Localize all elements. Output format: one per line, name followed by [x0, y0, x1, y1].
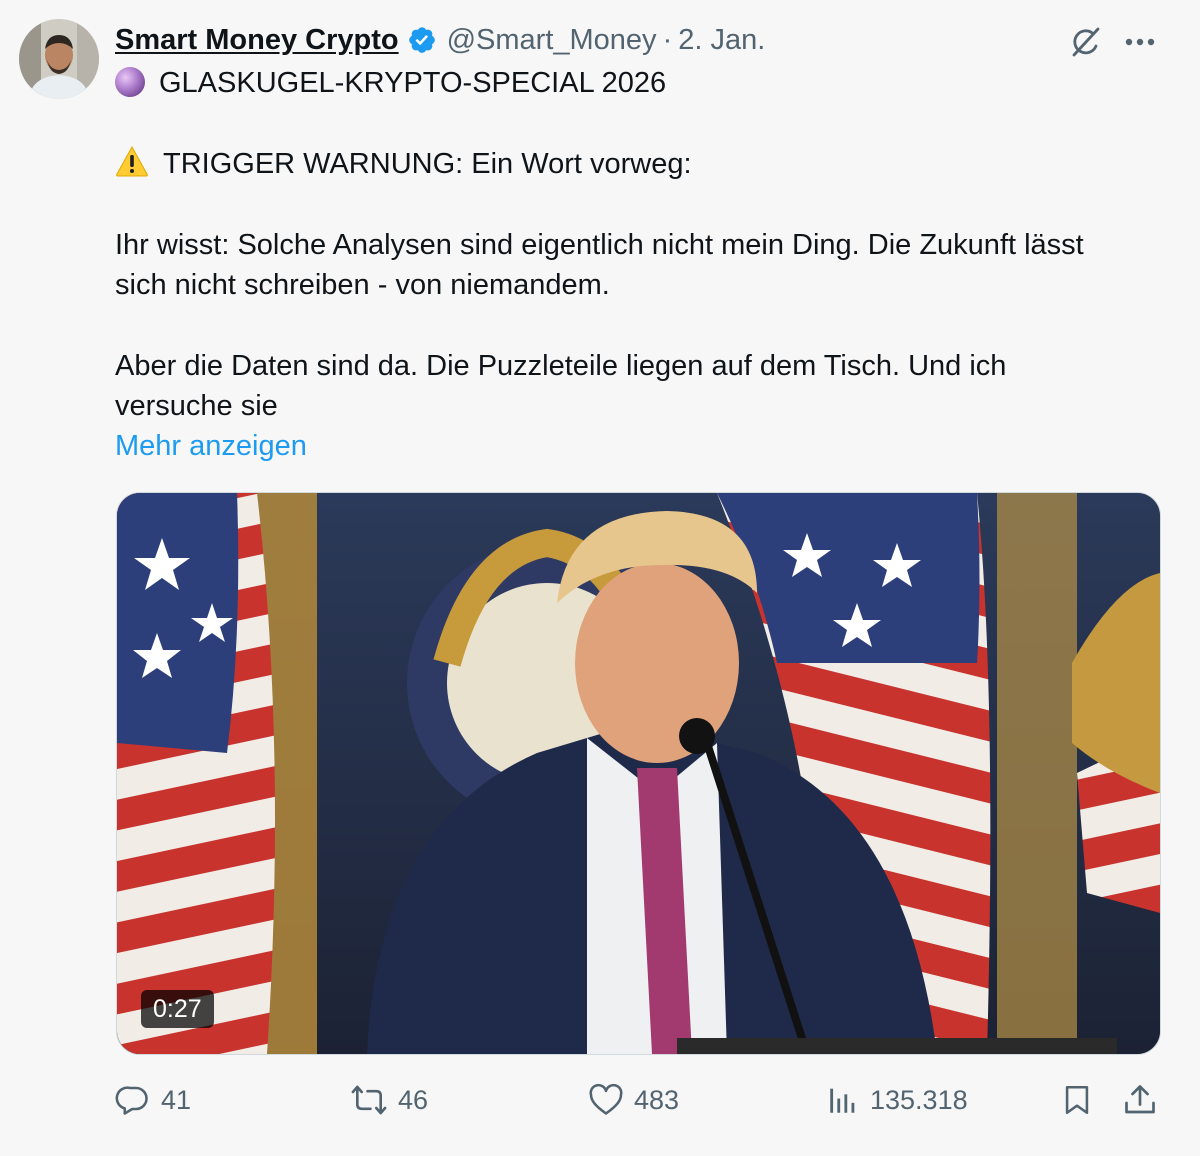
tweet-line: Ihr wisst: Solche Analysen sind eigentli… [115, 229, 1084, 261]
show-more-link[interactable]: Mehr anzeigen [115, 426, 1175, 466]
tweet-card[interactable]: Smart Money Crypto @Smart_Money · 2. Jan… [0, 0, 1200, 1156]
header-separator: · [662, 23, 673, 56]
avatar-image [19, 19, 99, 99]
tweet-text-warning: TRIGGER WARNUNG: Ein Wort vorweg: [115, 144, 1175, 184]
like-count: 483 [634, 1084, 680, 1115]
video-player[interactable] [116, 492, 1161, 1055]
crystal-ball-icon [115, 67, 145, 97]
tweet-line: versuche sie [115, 390, 278, 422]
warning-icon [116, 145, 148, 177]
views-button[interactable]: 135.318 [826, 1078, 968, 1122]
video-duration: 0:27 [141, 990, 214, 1028]
repost-count: 46 [398, 1084, 429, 1115]
tweet-line: sich nicht schreiben - von niemandem. [115, 269, 610, 301]
share-button[interactable] [1122, 1078, 1168, 1122]
repost-button[interactable]: 46 [350, 1078, 428, 1122]
reply-count: 41 [161, 1084, 192, 1115]
tweet-text-paragraph-1: Ihr wisst: Solche Analysen sind eigentli… [115, 225, 1175, 305]
verified-badge-icon[interactable] [407, 25, 437, 55]
bookmark-icon [1065, 1085, 1089, 1115]
tweet-line-title: GLASKUGEL-KRYPTO-SPECIAL 2026 [159, 67, 667, 99]
tweet-text-title: GLASKUGEL-KRYPTO-SPECIAL 2026 [115, 63, 1175, 103]
reply-icon [115, 1086, 148, 1115]
tweet-header: Smart Money Crypto @Smart_Money · 2. Jan… [115, 18, 765, 62]
like-button[interactable]: 483 [588, 1078, 679, 1122]
more-icon[interactable] [1120, 22, 1160, 62]
share-icon [1125, 1085, 1155, 1114]
tweet-date[interactable]: 2. Jan. [678, 24, 765, 57]
tweet-line: Aber die Daten sind da. Die Puzzleteile … [115, 350, 1007, 382]
author-name[interactable]: Smart Money Crypto [115, 24, 399, 57]
avatar[interactable] [19, 19, 99, 99]
author-handle[interactable]: @Smart_Money [447, 24, 657, 57]
views-icon [830, 1088, 855, 1113]
view-count: 135.318 [870, 1084, 968, 1115]
repost-icon [351, 1085, 387, 1115]
reply-button[interactable]: 41 [115, 1078, 191, 1122]
grok-icon[interactable] [1066, 22, 1106, 62]
video-thumbnail [117, 493, 1160, 1054]
heart-icon [589, 1083, 623, 1115]
tweet-line-warning: TRIGGER WARNUNG: Ein Wort vorweg: [163, 148, 692, 180]
tweet-text-paragraph-2: Aber die Daten sind da. Die Puzzleteile … [115, 346, 1175, 466]
bookmark-button[interactable] [1060, 1078, 1104, 1122]
